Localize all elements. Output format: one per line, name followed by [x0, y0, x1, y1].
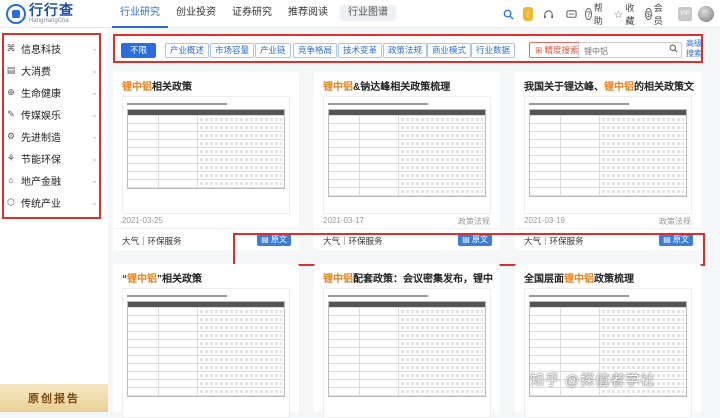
brand-pinyin: HangHangCha	[29, 18, 69, 24]
favorites-label: 收藏	[625, 3, 635, 26]
promo-label: 原创报告	[28, 393, 80, 405]
help-label: 帮助	[593, 3, 603, 26]
headset-icon[interactable]	[540, 6, 556, 22]
search-icon[interactable]	[669, 44, 678, 55]
sidebar-highlight-box	[2, 33, 101, 219]
help-icon[interactable]: ? 帮助	[585, 3, 603, 26]
search-input[interactable]	[579, 44, 667, 59]
document-thumbnail	[524, 288, 692, 418]
chip-industry-data[interactable]: 行业数据	[471, 43, 516, 58]
chip-competition[interactable]: 竞争格局	[293, 43, 338, 58]
document-thumbnail	[122, 288, 290, 418]
report-card[interactable]: 我国关于锂达峰、锂中铝的相关政策文件 2021-03-19 政策法规 大气｜环保…	[515, 72, 701, 250]
avatar[interactable]	[698, 6, 714, 22]
document-thumbnail	[323, 96, 491, 214]
chip-policy[interactable]: 政策法规	[383, 43, 428, 58]
document-thumbnail	[323, 288, 491, 418]
brand-name: 行行查	[29, 2, 74, 18]
chip-business-model[interactable]: 商业模式	[427, 43, 472, 58]
card-title[interactable]: 我国关于锂达峰、锂中铝的相关政策文件	[524, 78, 694, 93]
report-card[interactable]: 锂中铝配套政策：会议密集发布，锂中铝政...	[314, 264, 500, 418]
card-tag: 政策法规	[458, 217, 490, 226]
document-thumbnail	[122, 96, 290, 214]
favorites-icon[interactable]: ☆ 收藏	[614, 3, 635, 26]
search-box	[578, 42, 682, 59]
card-title[interactable]: 锂中铝&钠达峰相关政策梳理	[323, 78, 493, 93]
card-title[interactable]: 锂中铝相关政策	[122, 78, 292, 93]
nav-industry-research[interactable]: 行业研究	[112, 0, 168, 28]
sidebar: ⌘ 信息科技 ⌄ ▤ 大消费 ⌄ ⊕ 生命健康 ⌄ ✎ 传媒娱乐 ⌄ ⚙ 先进制…	[0, 28, 108, 412]
vip-badge-icon[interactable]: VIP	[678, 7, 692, 21]
search-icon[interactable]	[500, 6, 516, 22]
chip-market-capacity[interactable]: 市场容量	[210, 43, 255, 58]
card-title[interactable]: 锂中铝配套政策：会议密集发布，锂中铝政...	[323, 270, 493, 285]
top-bar: 行行查 HangHangCha 行业研究 创业投资 证券研究 推荐阅读 行业图谱…	[0, 0, 720, 28]
nav-recommended-reading[interactable]: 推荐阅读	[280, 0, 336, 28]
report-card[interactable]: “锂中铝”相关政策	[113, 264, 299, 418]
brand-logo[interactable]: 行行查 HangHangCha	[6, 3, 74, 24]
chip-tech-change[interactable]: 技术变革	[338, 43, 383, 58]
watermark: 知乎 @探值者学社	[530, 372, 656, 388]
top-icons: ! ? 帮助 ☆ 收藏 $ 会员 VIP	[493, 0, 714, 28]
card-title[interactable]: “锂中铝”相关政策	[122, 270, 292, 285]
precise-search-label: 精度搜索	[544, 45, 579, 55]
original-report-banner[interactable]: 原创报告	[0, 384, 108, 412]
nav-venture-capital[interactable]: 创业投资	[168, 0, 224, 28]
card-title[interactable]: 全国层面锂中铝政策梳理	[524, 270, 694, 285]
precise-icon: ⊞	[535, 45, 543, 55]
logo-icon	[6, 3, 26, 24]
card-tag: 政策法规	[659, 217, 691, 226]
document-thumbnail	[524, 96, 692, 214]
coin-icon[interactable]: !	[523, 7, 533, 21]
card-date: 2021-03-19	[524, 216, 565, 225]
card-date: 2021-03-25	[122, 216, 163, 225]
main-nav: 行业研究 创业投资 证券研究 推荐阅读 行业图谱	[112, 0, 400, 28]
card-date: 2021-03-17	[323, 216, 364, 225]
precise-search-button[interactable]: ⊞ 精度搜索	[529, 42, 585, 58]
filter-bar: 不限 产业概述 市场容量 产业链 竞争格局 技术变革 政策法规 商业模式 行业数…	[113, 34, 703, 63]
advanced-search-link[interactable]: 高级搜索	[686, 39, 702, 59]
report-card[interactable]: 锂中铝&钠达峰相关政策梳理 2021-03-17 政策法规 大气｜环保服务 ▤ …	[314, 72, 500, 250]
nav-securities-research[interactable]: 证券研究	[224, 0, 280, 28]
footer-highlight-box	[233, 233, 705, 266]
nav-industry-map[interactable]: 行业图谱	[340, 5, 396, 21]
report-card[interactable]: 锂中铝相关政策 2021-03-25 大气｜环保服务 ▤ 原文	[113, 72, 299, 250]
chip-industry-overview[interactable]: 产业概述	[165, 43, 210, 58]
member-label: 会员	[653, 3, 663, 26]
chip-industry-chain[interactable]: 产业链	[255, 43, 291, 58]
member-icon[interactable]: $ 会员	[645, 3, 663, 26]
card-category[interactable]: 大气｜环保服务	[122, 235, 182, 247]
chip-all[interactable]: 不限	[121, 43, 157, 58]
message-icon[interactable]	[563, 6, 579, 22]
